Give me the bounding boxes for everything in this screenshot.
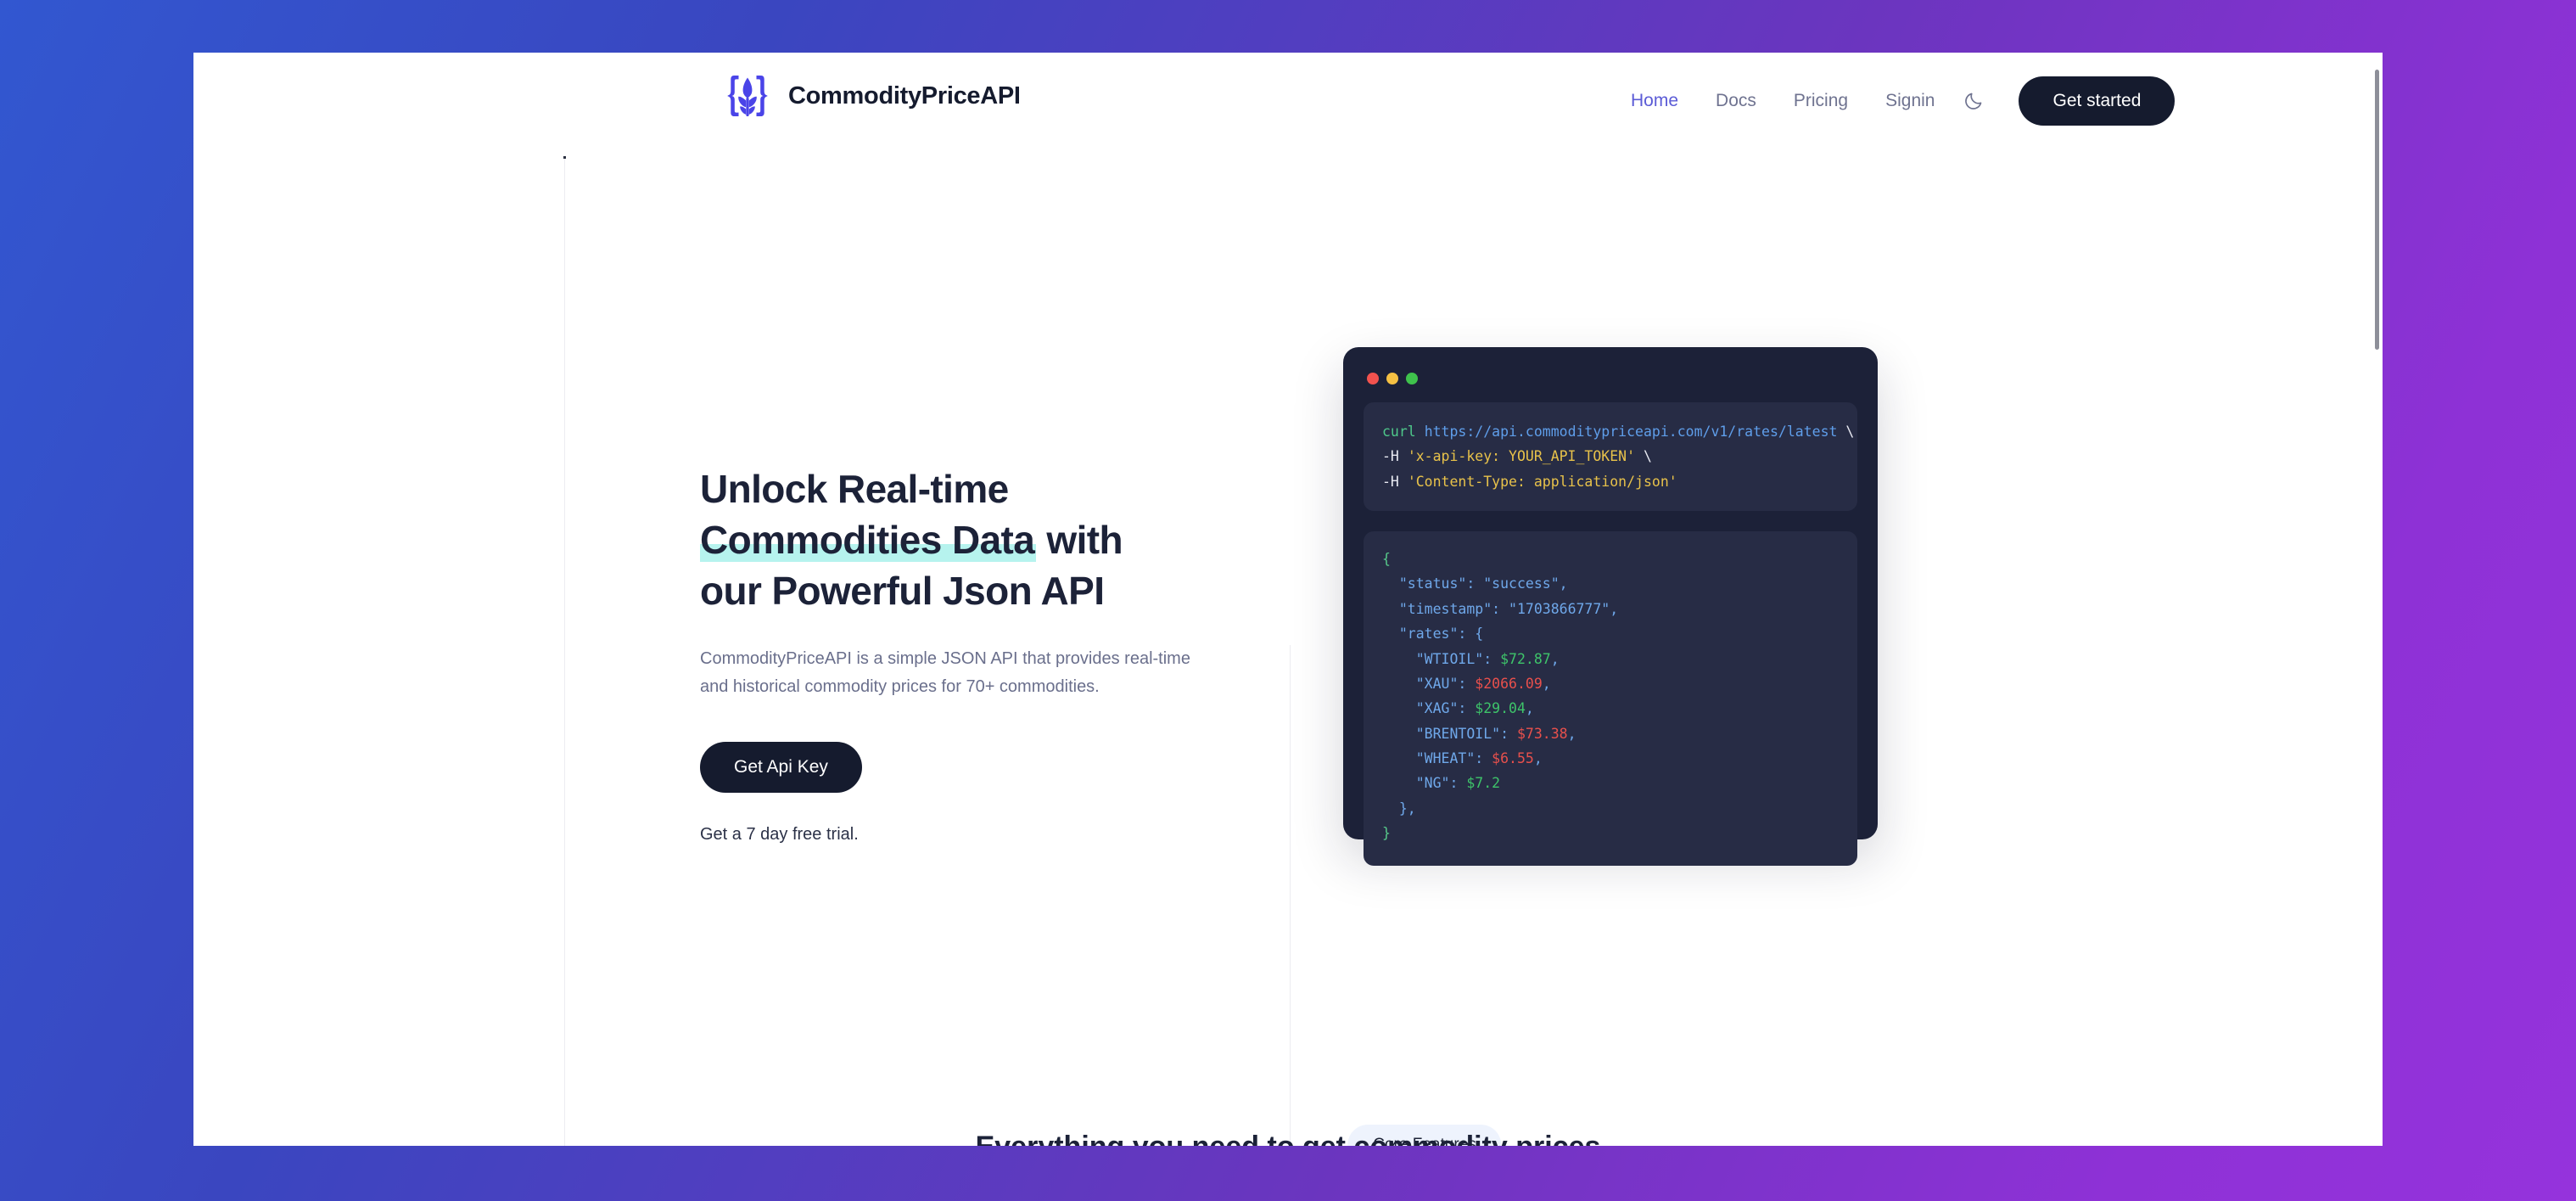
rate-value-xau: $2066.09	[1475, 675, 1543, 692]
nav-link-home[interactable]: Home	[1612, 91, 1697, 111]
nav-link-docs[interactable]: Docs	[1697, 91, 1775, 111]
json-open-brace: {	[1382, 551, 1391, 568]
json-key-status: "status"	[1398, 575, 1467, 592]
header-value-2: 'Content-Type: application/json'	[1407, 473, 1677, 490]
curl-command: curl	[1382, 424, 1416, 440]
api-example-terminal: curl https://api.commoditypriceapi.com/v…	[1343, 347, 1878, 867]
get-started-button[interactable]: Get started	[2019, 76, 2176, 126]
site-header: CommodityPriceAPI Home Docs Pricing Sign…	[193, 53, 2383, 142]
curl-request-code: curl https://api.commoditypriceapi.com/v…	[1364, 402, 1857, 512]
json-value-status: "success"	[1483, 575, 1560, 592]
page-scrollbar-track[interactable]	[2371, 53, 2383, 1146]
page-scrollbar-thumb[interactable]	[2375, 70, 2379, 350]
rate-key-ng: "NG"	[1415, 775, 1450, 792]
rate-comma-2: ,	[1525, 700, 1534, 717]
hero-title: Unlock Real-time Commodities Data with o…	[700, 463, 1260, 616]
hero-subtitle: CommodityPriceAPI is a simple JSON API t…	[700, 649, 1190, 697]
window-close-dot-icon[interactable]	[1367, 373, 1379, 384]
nav-link-signin[interactable]: Signin	[1867, 91, 1953, 111]
brand-name: CommodityPriceAPI	[788, 81, 1021, 109]
json-close-brace: }	[1382, 825, 1391, 842]
line-continuation-2: \	[1643, 448, 1652, 465]
hero-title-with: with	[1036, 518, 1123, 563]
brand-logo-link[interactable]: CommodityPriceAPI	[724, 72, 1021, 120]
browser-page: CommodityPriceAPI Home Docs Pricing Sign…	[193, 53, 2383, 1146]
json-value-timestamp: "1703866777"	[1509, 600, 1610, 617]
terminal-window-controls	[1364, 366, 1857, 384]
get-api-key-button[interactable]: Get Api Key	[700, 742, 862, 794]
hero-title-line-3: our Powerful Json API	[700, 569, 1105, 614]
json-key-timestamp: "timestamp"	[1398, 600, 1492, 617]
rate-key-wtioil: "WTIOIL"	[1415, 650, 1484, 667]
theme-toggle-button[interactable]	[1957, 84, 1991, 118]
rate-comma-0: ,	[1550, 650, 1560, 667]
rate-key-wheat: "WHEAT"	[1415, 749, 1476, 766]
rate-value-xag: $29.04	[1475, 700, 1526, 717]
nav-link-pricing[interactable]: Pricing	[1775, 91, 1867, 111]
header-flag-1: -H	[1382, 448, 1399, 465]
rate-key-brentoil: "BRENTOIL"	[1415, 725, 1501, 742]
section-heading-clipped: Everything you need to get commodity pri…	[193, 1132, 2383, 1146]
rate-comma-4: ,	[1533, 749, 1543, 766]
json-key-rates: "rates"	[1398, 626, 1459, 643]
rate-key-xau: "XAU"	[1415, 675, 1459, 692]
rate-comma-1: ,	[1542, 675, 1551, 692]
rate-value-ng: $7.2	[1466, 775, 1501, 792]
json-response-code: { "status": "success", "timestamp": "170…	[1364, 531, 1857, 867]
hero-title-line-1: Unlock Real-time	[700, 467, 1009, 511]
line-continuation-1: \	[1845, 424, 1855, 440]
rate-value-brentoil: $73.38	[1516, 725, 1568, 742]
header-flag-2: -H	[1382, 473, 1399, 490]
moon-icon	[1965, 93, 1982, 109]
header-value-1: 'x-api-key: YOUR_API_TOKEN'	[1407, 448, 1636, 465]
wheat-braces-logo-icon	[727, 76, 768, 116]
layout-guide-line-left	[564, 157, 565, 1146]
rate-value-wtioil: $72.87	[1500, 650, 1551, 667]
main-navigation: Home Docs Pricing Signin Get started	[1612, 76, 2176, 126]
free-trial-note: Get a 7 day free trial.	[700, 825, 859, 845]
hero-section: Unlock Real-time Commodities Data with o…	[700, 463, 1260, 845]
window-minimize-dot-icon[interactable]	[1386, 373, 1398, 384]
rate-value-wheat: $6.55	[1492, 749, 1534, 766]
window-maximize-dot-icon[interactable]	[1406, 373, 1418, 384]
layout-guide-line-right	[1290, 645, 1291, 1146]
json-close-inner: },	[1398, 800, 1416, 817]
layout-guide-dot	[563, 156, 566, 159]
rate-key-xag: "XAG"	[1415, 700, 1459, 717]
hero-title-highlight: Commodities Data	[700, 518, 1037, 563]
request-url: https://api.commoditypriceapi.com/v1/rat…	[1424, 424, 1838, 440]
rate-comma-3: ,	[1567, 725, 1576, 742]
